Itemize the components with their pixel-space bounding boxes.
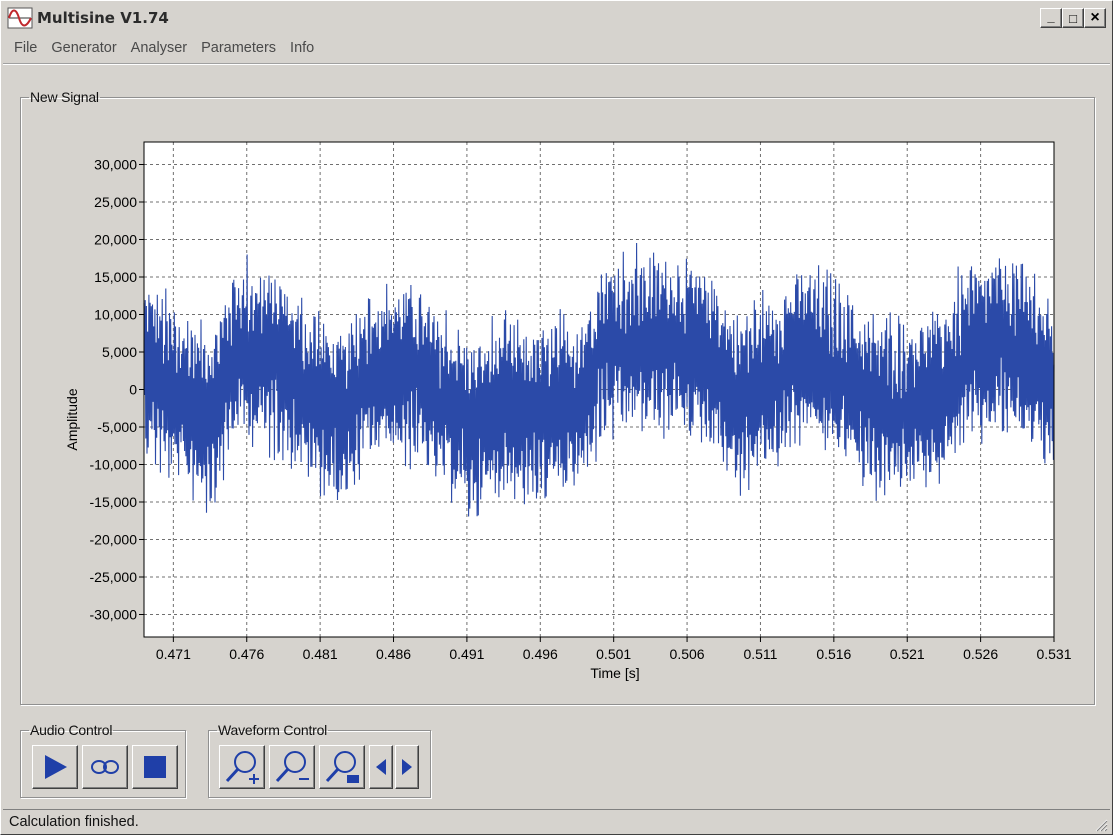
audio-control-label: Audio Control — [30, 722, 113, 738]
x-tick-label: 0.506 — [670, 646, 705, 662]
y-tick-label: 10,000 — [94, 307, 137, 323]
x-tick-label: 0.531 — [1036, 646, 1071, 662]
zoom-out-button[interactable] — [269, 745, 315, 789]
zoom-fit-button[interactable] — [319, 745, 365, 789]
zoom-out-icon — [275, 751, 309, 783]
y-tick-label: 25,000 — [94, 194, 137, 210]
loop-icon — [91, 760, 119, 774]
loop-button[interactable] — [82, 745, 128, 789]
x-tick-label: 0.501 — [596, 646, 631, 662]
x-tick-label: 0.511 — [743, 646, 777, 662]
status-text: Calculation finished. — [9, 814, 139, 830]
y-tick-label: -25,000 — [90, 569, 138, 585]
play-icon — [45, 755, 67, 779]
arrow-right-icon — [402, 759, 412, 775]
y-tick-label: 15,000 — [94, 269, 137, 285]
y-tick-label: 5,000 — [102, 344, 137, 360]
y-tick-label: -30,000 — [90, 607, 138, 623]
x-tick-label: 0.476 — [229, 646, 264, 662]
y-tick-label: 0 — [129, 382, 137, 398]
x-tick-label: 0.491 — [449, 646, 484, 662]
status-bar: Calculation finished. — [3, 809, 1110, 834]
play-button[interactable] — [32, 745, 78, 789]
x-tick-label: 0.521 — [890, 646, 925, 662]
stop-icon — [144, 756, 166, 778]
y-tick-label: -10,000 — [90, 457, 138, 473]
x-tick-label: 0.481 — [303, 646, 338, 662]
y-axis-label: Amplitude — [64, 388, 80, 450]
waveform-control-label: Waveform Control — [218, 722, 328, 738]
y-tick-label: -20,000 — [90, 532, 138, 548]
y-tick-label: -5,000 — [97, 419, 137, 435]
x-tick-label: 0.496 — [523, 646, 558, 662]
x-tick-label: 0.471 — [156, 646, 191, 662]
resize-grip-icon[interactable] — [1092, 816, 1108, 832]
y-tick-label: 20,000 — [94, 232, 137, 248]
zoom-fit-icon — [325, 751, 359, 783]
x-axis-label: Time [s] — [590, 665, 639, 681]
zoom-in-icon — [225, 751, 259, 784]
arrow-left-icon — [376, 759, 386, 775]
scroll-left-button[interactable] — [369, 745, 393, 789]
signal-chart[interactable]: 0.471 0.476 0.481 0.486 0.491 0.496 0.501 0.506… — [1, 1, 1113, 701]
scroll-right-button[interactable] — [395, 745, 419, 789]
y-tick-label: -15,000 — [90, 494, 138, 510]
x-tick-label: 0.516 — [816, 646, 851, 662]
app-window: Multisine V1.74 _ □ × File Generator Ana… — [0, 0, 1113, 835]
zoom-in-button[interactable] — [219, 745, 265, 789]
x-tick-label: 0.486 — [376, 646, 411, 662]
x-tick-label: 0.526 — [963, 646, 998, 662]
y-tick-label: 30,000 — [94, 157, 137, 173]
stop-button[interactable] — [132, 745, 178, 789]
